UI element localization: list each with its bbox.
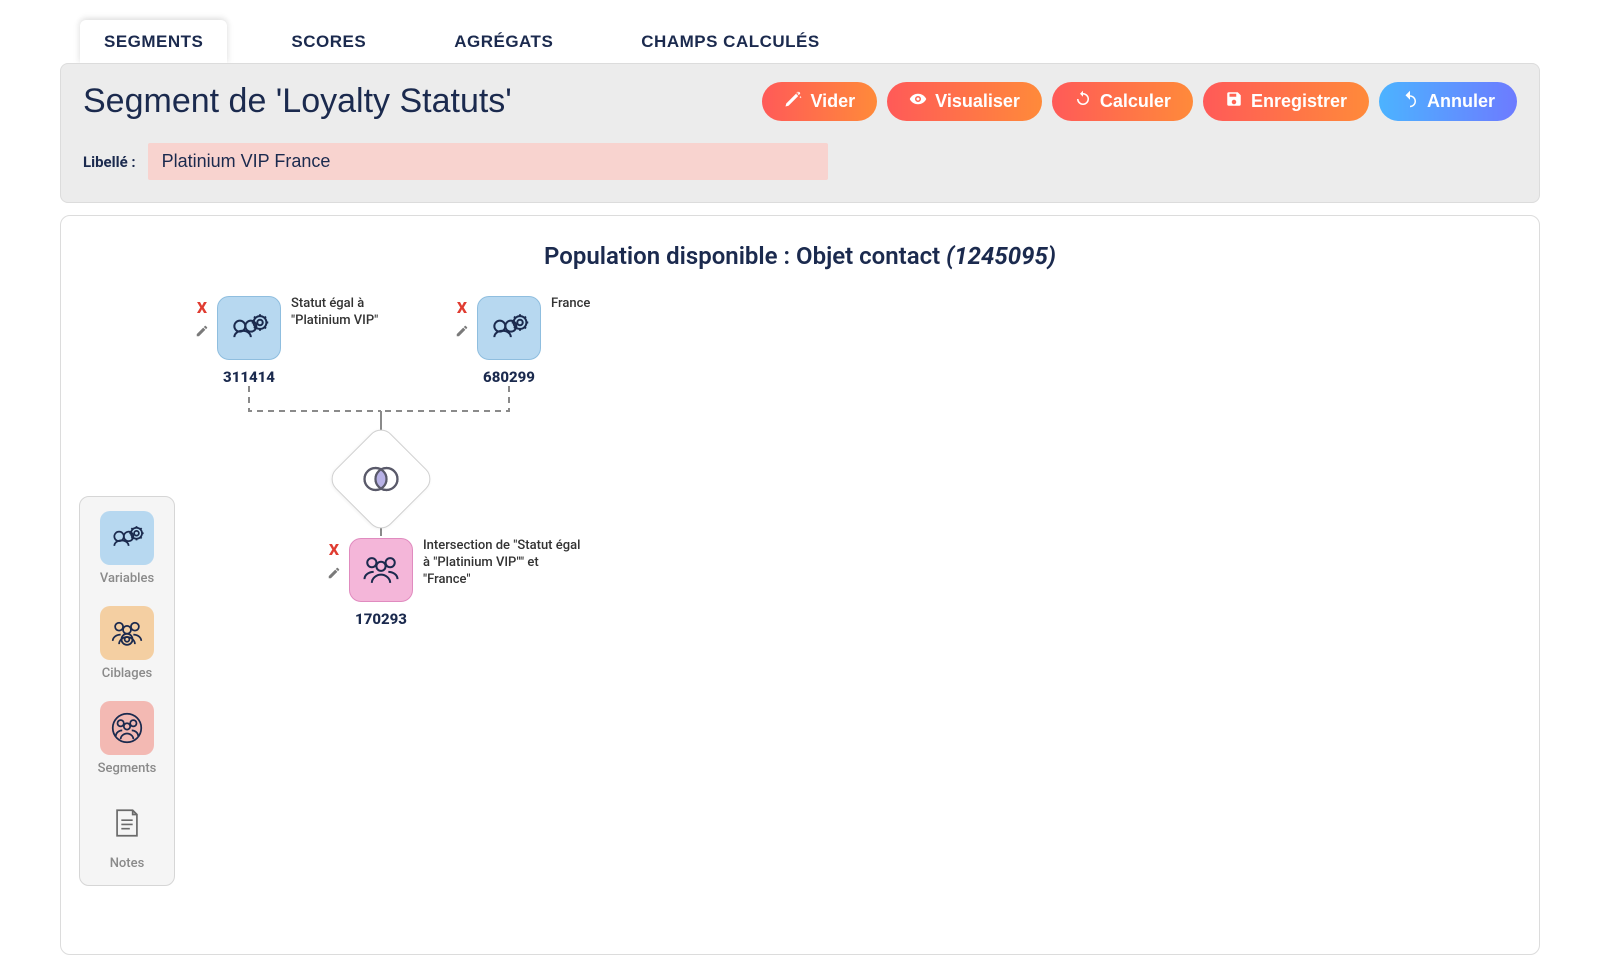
people-group-icon — [349, 538, 413, 602]
variables-icon — [100, 511, 154, 565]
node-intersection-desc: Intersection de "Statut égal à "Platiniu… — [423, 538, 583, 589]
tabs-bar: SEGMENTS SCORES AGRÉGATS CHAMPS CALCULÉS — [80, 20, 1540, 64]
annuler-label: Annuler — [1427, 91, 1495, 112]
enregistrer-button[interactable]: Enregistrer — [1203, 82, 1369, 121]
delete-node-button[interactable]: X — [197, 298, 207, 317]
palette-segments[interactable]: Segments — [98, 701, 157, 776]
palette-segments-label: Segments — [98, 761, 157, 776]
tab-segments[interactable]: SEGMENTS — [80, 20, 227, 64]
delete-node-button[interactable]: X — [457, 298, 467, 317]
population-prefix: Population disponible : Objet contact — [544, 242, 946, 270]
tab-aggregats[interactable]: AGRÉGATS — [430, 20, 577, 64]
libelle-label: Libellé : — [83, 153, 136, 171]
undo-icon — [1401, 90, 1419, 113]
edit-node-button[interactable] — [455, 323, 469, 342]
ciblages-icon — [100, 606, 154, 660]
node-france-count: 680299 — [483, 368, 535, 386]
node-france-desc: France — [551, 296, 651, 313]
save-icon — [1225, 90, 1243, 113]
action-bar: Vider Visualiser Calculer Enregistrer — [762, 82, 1517, 121]
palette-ciblages-label: Ciblages — [102, 666, 152, 681]
calculer-button[interactable]: Calculer — [1052, 82, 1193, 121]
notes-icon — [100, 796, 154, 850]
node-statut-count: 311414 — [223, 368, 275, 386]
people-gear-icon — [217, 296, 281, 360]
visualiser-label: Visualiser — [935, 91, 1020, 112]
segments-icon — [100, 701, 154, 755]
node-statut[interactable]: X 311414 Statut égal à "Platinium VIP" — [217, 296, 281, 386]
visualiser-button[interactable]: Visualiser — [887, 82, 1042, 121]
palette-variables[interactable]: Variables — [100, 511, 154, 586]
connectors — [61, 216, 1539, 954]
eye-icon — [909, 90, 927, 113]
annuler-button[interactable]: Annuler — [1379, 82, 1517, 121]
page-title: Segment de 'Loyalty Statuts' — [83, 82, 512, 121]
vider-button[interactable]: Vider — [762, 82, 877, 121]
palette-notes-label: Notes — [110, 856, 145, 871]
population-count: (1245095) — [946, 242, 1056, 270]
venn-icon — [343, 441, 419, 517]
node-intersection[interactable]: X 170293 Intersection de "Statut égal à … — [349, 538, 413, 628]
tab-scores[interactable]: SCORES — [267, 20, 390, 64]
tab-champs-calcules[interactable]: CHAMPS CALCULÉS — [617, 20, 843, 64]
delete-node-button[interactable]: X — [329, 540, 339, 559]
header-card: Segment de 'Loyalty Statuts' Vider Visua… — [60, 63, 1540, 203]
population-title: Population disponible : Objet contact (1… — [81, 242, 1519, 270]
enregistrer-label: Enregistrer — [1251, 91, 1347, 112]
palette-ciblages[interactable]: Ciblages — [100, 606, 154, 681]
palette-notes[interactable]: Notes — [100, 796, 154, 871]
palette: Variables Ciblages Segments — [79, 496, 175, 886]
wand-icon — [784, 90, 802, 113]
palette-variables-label: Variables — [100, 571, 154, 586]
calculer-label: Calculer — [1100, 91, 1171, 112]
edit-node-button[interactable] — [327, 565, 341, 584]
canvas: Population disponible : Objet contact (1… — [60, 215, 1540, 955]
edit-node-button[interactable] — [195, 323, 209, 342]
refresh-icon — [1074, 90, 1092, 113]
node-intersection-count: 170293 — [355, 610, 407, 628]
intersection-operator[interactable] — [326, 424, 436, 534]
vider-label: Vider — [810, 91, 855, 112]
node-statut-desc: Statut égal à "Platinium VIP" — [291, 296, 421, 330]
node-france[interactable]: X 680299 France — [477, 296, 541, 386]
libelle-input[interactable] — [148, 143, 828, 180]
people-gear-icon — [477, 296, 541, 360]
